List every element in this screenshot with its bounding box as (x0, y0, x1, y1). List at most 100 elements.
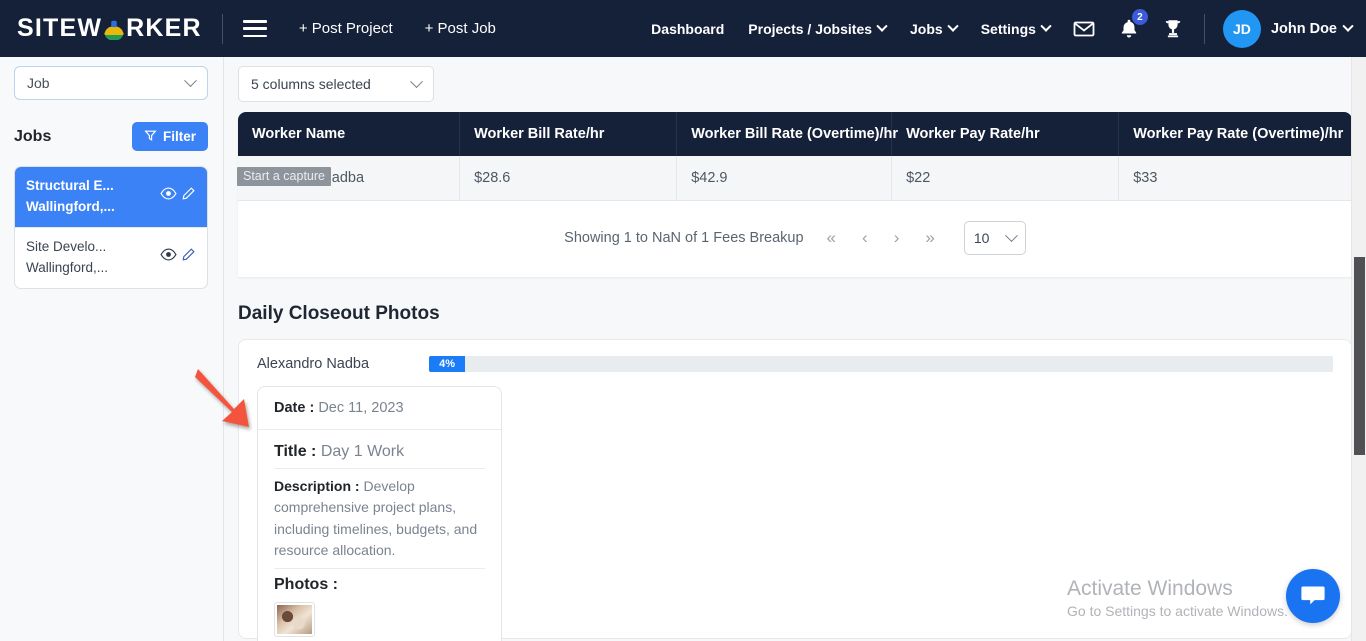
page-scrollbar[interactable] (1351, 57, 1366, 641)
fees-breakup-table-card: Worker Name Worker Bill Rate/hr Worker B… (238, 112, 1352, 277)
app-logo[interactable]: SITEW RKER (17, 14, 202, 43)
columns-select-value: 5 columns selected (251, 76, 371, 92)
hamburger-icon[interactable] (242, 20, 267, 37)
closeout-card-title-row: Title : Day 1 Work (274, 443, 485, 461)
last-page-button[interactable]: » (922, 228, 937, 248)
watermark-title: Activate Windows (1067, 576, 1233, 600)
nav-right-group: Dashboard Projects / Jobsites Jobs Setti… (627, 9, 1354, 48)
closeout-card-body: Title : Day 1 Work Description : Develop… (258, 430, 501, 641)
title-label: Title : (274, 443, 317, 460)
filter-button[interactable]: Filter (131, 122, 208, 151)
notification-badge: 2 (1131, 9, 1148, 25)
page-title: Daily Closeout Photos (238, 303, 440, 324)
closeout-card-description-row: Description : Develop comprehensive proj… (274, 476, 485, 561)
worker-progress-row: Alexandro Nadba 4% (257, 356, 1333, 372)
pencil-icon[interactable] (181, 186, 196, 208)
cell-worker-pay-rate-ot: $33 (1118, 156, 1352, 201)
col-worker-pay-rate[interactable]: Worker Pay Rate/hr (891, 112, 1120, 156)
chevron-down-icon (184, 73, 197, 87)
nav-item-jobs[interactable]: Jobs (910, 20, 959, 37)
work-photo-thumbnail[interactable] (274, 602, 315, 638)
hardhat-icon (103, 18, 125, 41)
progress-bar-label: 4% (439, 358, 456, 370)
fees-breakup-table: Worker Name Worker Bill Rate/hr Worker B… (238, 112, 1352, 201)
prev-page-button[interactable]: ‹ (859, 228, 871, 248)
progress-bar: 4% (429, 356, 1333, 372)
closeout-photo-card[interactable]: Date : Dec 11, 2023 Title : Day 1 Work D… (257, 386, 502, 641)
date-value: Dec 11, 2023 (318, 400, 404, 416)
top-navigation-bar: SITEW RKER + Post Project + Post Job Das… (0, 0, 1366, 57)
nav-item-settings[interactable]: Settings (980, 20, 1052, 37)
chevron-down-icon (410, 74, 423, 88)
page-scrollbar-thumb[interactable] (1354, 257, 1365, 455)
envelope-icon[interactable] (1072, 17, 1096, 41)
logo-divider (221, 13, 223, 44)
date-label: Date : (274, 400, 315, 416)
columns-select[interactable]: 5 columns selected (238, 66, 434, 102)
logo-text-right: RKER (126, 14, 202, 42)
title-value: Day 1 Work (320, 443, 405, 460)
bell-icon[interactable]: 2 (1118, 9, 1148, 40)
watermark-subtitle: Go to Settings to activate Windows. (1067, 603, 1288, 619)
nav-item-projects-jobsites-label: Projects / Jobsites (748, 20, 873, 37)
col-worker-pay-rate-ot[interactable]: Worker Pay Rate (Overtime)/hr (1118, 112, 1352, 156)
page-body: Job Jobs Filter Structural E... Wallingf… (0, 57, 1366, 641)
worker-name-label: Alexandro Nadba (257, 356, 370, 372)
filter-button-label: Filter (162, 129, 196, 144)
trophy-icon[interactable] (1162, 17, 1184, 40)
sidebar: Job Jobs Filter Structural E... Wallingf… (0, 57, 224, 641)
closeout-card-date-row: Date : Dec 11, 2023 (258, 387, 501, 430)
jobs-list: Structural E... Wallingford,... Site Dev… (14, 166, 208, 289)
photos-label: Photos : (274, 576, 338, 594)
work-photo-thumbnail-image (277, 605, 312, 635)
job-title: Site Develo... (26, 238, 107, 254)
eye-icon[interactable] (160, 186, 177, 208)
funnel-icon (144, 129, 157, 145)
main-content: 5 columns selected Worker Name Worker Bi… (224, 57, 1366, 641)
col-worker-bill-rate[interactable]: Worker Bill Rate/hr (459, 112, 678, 156)
pencil-icon[interactable] (181, 247, 196, 269)
list-item[interactable]: Site Develo... Wallingford,... (15, 226, 207, 288)
start-capture-tooltip: Start a capture (237, 167, 331, 186)
nav-item-dashboard-label: Dashboard (651, 20, 725, 37)
col-worker-name[interactable]: Worker Name (238, 112, 461, 156)
col-worker-bill-rate-ot[interactable]: Worker Bill Rate (Overtime)/hr (676, 112, 898, 156)
description-label: Description : (274, 478, 360, 494)
job-type-select[interactable]: Job (14, 66, 208, 100)
jobs-header-row: Jobs Filter (14, 122, 208, 151)
logo-text-left: SITEW (17, 14, 103, 42)
table-body: Alexandro Nadba $28.6 $42.9 $22 $33 (238, 156, 1352, 201)
cell-worker-bill-rate: $28.6 (459, 156, 678, 201)
table-header-row: Worker Name Worker Bill Rate/hr Worker B… (238, 112, 1352, 156)
first-page-button[interactable]: « (824, 228, 839, 248)
job-location: Wallingford,... (26, 198, 115, 214)
nav-item-jobs-label: Jobs (910, 20, 943, 37)
page-size-value: 10 (973, 230, 990, 246)
table-head: Worker Name Worker Bill Rate/hr Worker B… (238, 112, 1352, 156)
cell-worker-pay-rate: $22 (891, 156, 1120, 201)
eye-icon[interactable] (160, 247, 177, 269)
nav-item-settings-label: Settings (980, 20, 1036, 37)
list-item[interactable]: Structural E... Wallingford,... (15, 167, 207, 227)
table-row: Alexandro Nadba $28.6 $42.9 $22 $33 (238, 156, 1352, 201)
cell-worker-bill-rate-ot: $42.9 (676, 156, 893, 201)
chat-bubble-icon[interactable] (1286, 569, 1340, 623)
nav-item-dashboard[interactable]: Dashboard (651, 21, 724, 37)
job-title: Structural E... (26, 178, 114, 193)
chevron-down-icon (947, 20, 959, 32)
nav-divider (1203, 13, 1205, 44)
post-project-link[interactable]: + Post Project (299, 20, 393, 37)
job-location: Wallingford,... (26, 259, 109, 275)
avatar[interactable]: JD (1222, 9, 1261, 48)
divider (274, 568, 485, 570)
activate-windows-watermark: Activate Windows Go to Settings to activ… (1067, 575, 1288, 619)
jobs-label: Jobs (14, 127, 52, 145)
divider (274, 468, 485, 469)
pagination-showing-text: Showing 1 to NaN of 1 Fees Breakup (564, 230, 804, 246)
user-menu[interactable]: John Doe (1271, 20, 1354, 37)
post-job-link[interactable]: + Post Job (425, 20, 496, 37)
page-size-select[interactable]: 10 (963, 221, 1026, 255)
nav-item-projects-jobsites[interactable]: Projects / Jobsites (748, 20, 888, 37)
chevron-down-icon (1040, 20, 1052, 32)
next-page-button[interactable]: › (891, 228, 903, 248)
